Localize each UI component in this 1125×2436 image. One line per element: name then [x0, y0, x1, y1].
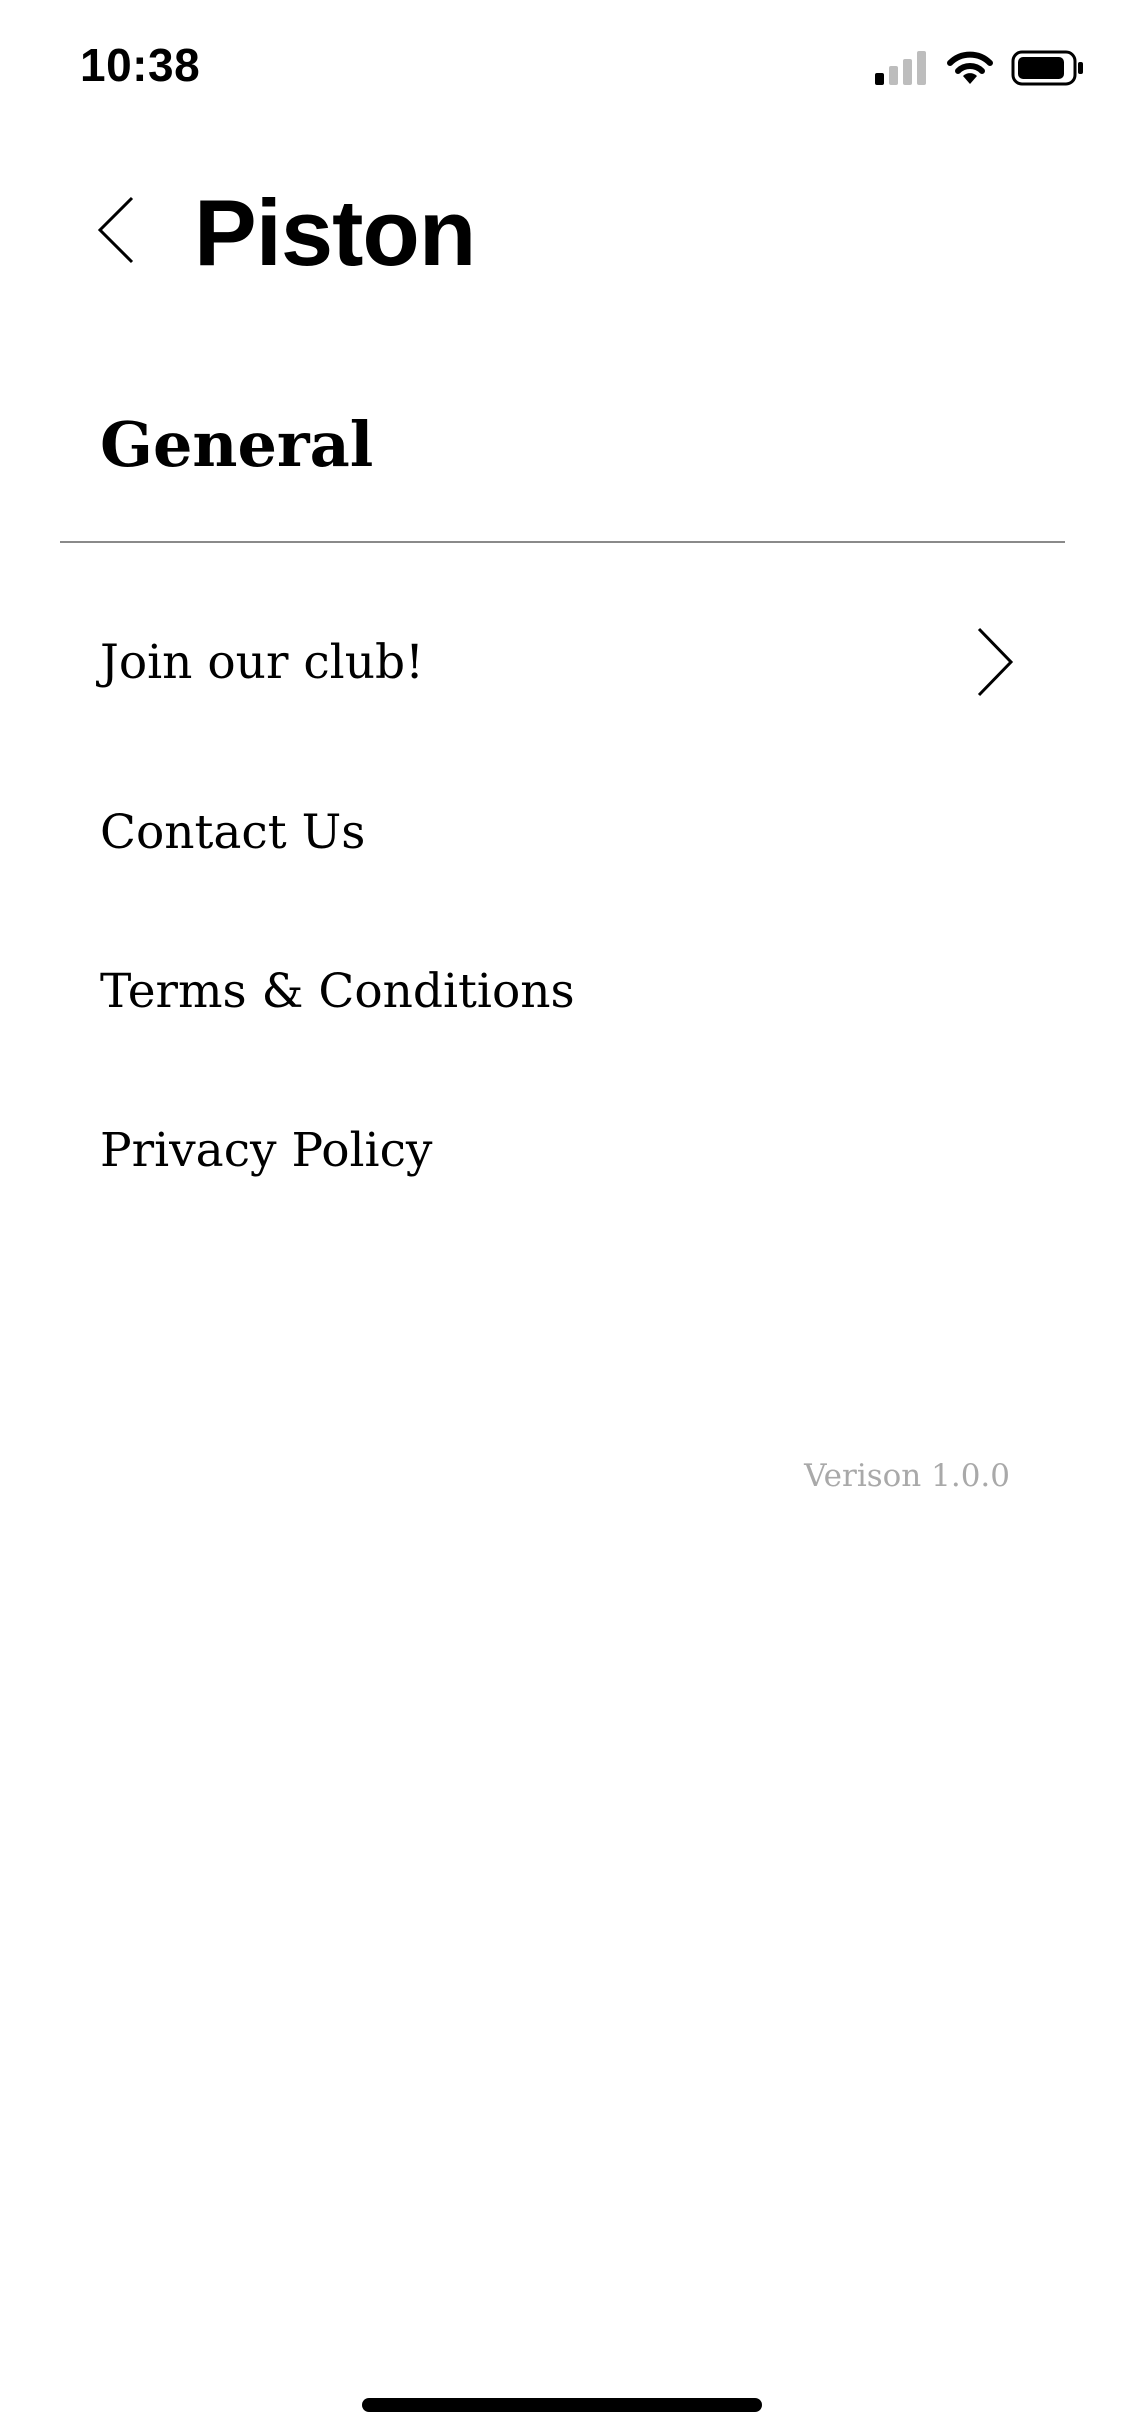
menu-item-terms-conditions[interactable]: Terms & Conditions: [100, 941, 1020, 1041]
menu-item-contact-us[interactable]: Contact Us: [100, 782, 1020, 882]
menu-item-label: Join our club!: [100, 634, 424, 690]
menu-item-label: Terms & Conditions: [100, 963, 575, 1019]
wifi-icon: [947, 51, 993, 90]
cellular-signal-icon: [875, 50, 929, 90]
settings-screen: 10:38 Piston General Join our club! Cont…: [0, 0, 1125, 2436]
battery-icon: [1011, 50, 1085, 91]
menu-item-label: Contact Us: [100, 804, 366, 860]
page-title: Piston: [194, 180, 476, 285]
home-indicator[interactable]: [362, 2398, 762, 2412]
status-time: 10:38: [80, 39, 201, 91]
status-icons: [875, 50, 1085, 90]
chevron-right-icon: [970, 622, 1020, 702]
menu-item-privacy-policy[interactable]: Privacy Policy: [100, 1100, 1020, 1200]
chevron-left-icon: [96, 195, 136, 270]
section-divider: [60, 541, 1065, 543]
menu-item-label: Privacy Policy: [100, 1122, 433, 1178]
menu-item-join-club[interactable]: Join our club!: [100, 612, 1020, 712]
version-label: Verison 1.0.0: [804, 1458, 1010, 1494]
back-button[interactable]: [86, 192, 146, 272]
section-heading-general: General: [100, 408, 374, 481]
